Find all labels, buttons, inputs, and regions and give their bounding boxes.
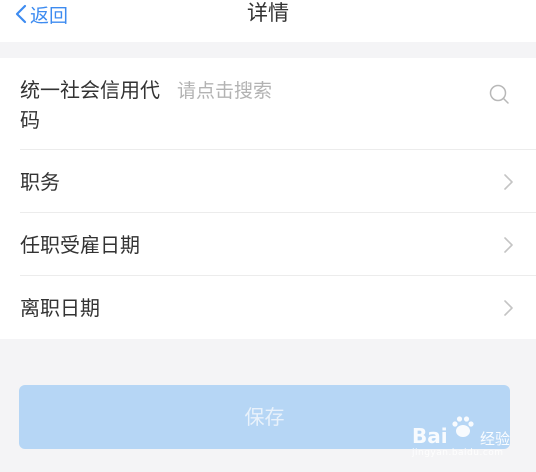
credit-code-label: 统一社会信用代码 xyxy=(20,78,160,132)
duty-row[interactable]: 职务 xyxy=(0,151,536,213)
leave-date-row[interactable]: 离职日期 xyxy=(0,277,536,339)
chevron-right-icon xyxy=(502,173,514,191)
chevron-right-icon xyxy=(502,299,514,317)
hire-date-row[interactable]: 任职受雇日期 xyxy=(0,214,536,276)
credit-code-search-input[interactable] xyxy=(177,76,457,106)
divider xyxy=(20,212,536,213)
duty-label: 职务 xyxy=(20,170,60,194)
nav-bar: 返回 详情 xyxy=(0,0,536,42)
search-icon[interactable] xyxy=(488,83,510,105)
credit-code-row: 统一社会信用代码 xyxy=(0,58,536,150)
save-button[interactable]: 保存 xyxy=(19,385,510,449)
detail-form: 统一社会信用代码 职务 任职受雇日期 离职日期 xyxy=(0,58,536,339)
page-title: 详情 xyxy=(247,1,289,25)
divider xyxy=(20,275,536,276)
chevron-right-icon xyxy=(502,236,514,254)
hire-date-label: 任职受雇日期 xyxy=(20,233,140,257)
leave-date-label: 离职日期 xyxy=(20,296,100,320)
watermark-url: jingyan.baidu.com xyxy=(412,448,504,458)
divider xyxy=(20,149,536,150)
